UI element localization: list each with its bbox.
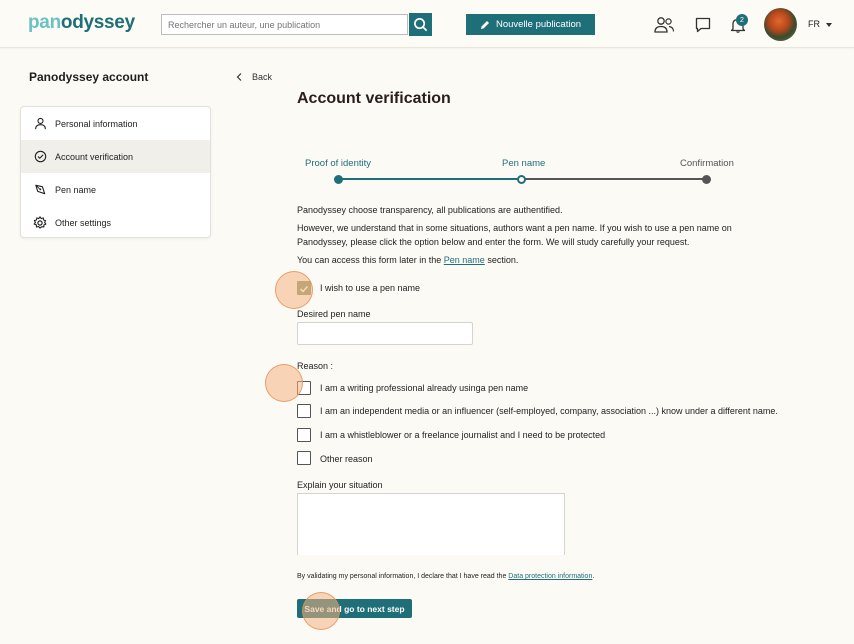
- sidebar-item-other-settings[interactable]: Other settings: [21, 206, 210, 237]
- desired-pen-name-label: Desired pen name: [297, 309, 371, 319]
- stepper-remaining-line: [522, 178, 707, 180]
- explain-situation-label: Explain your situation: [297, 480, 383, 490]
- reason-label-whistleblower: I am a whistleblower or a freelance jour…: [320, 430, 606, 440]
- language-label: FR: [808, 19, 820, 29]
- person-icon: [34, 117, 46, 130]
- avatar[interactable]: [764, 8, 797, 41]
- sidebar-item-pen-name[interactable]: Pen name: [21, 173, 210, 206]
- wish-pen-name-checkbox[interactable]: [297, 281, 311, 295]
- chevron-left-icon: [236, 73, 242, 81]
- check-circle-icon: [34, 150, 46, 163]
- reason-checkbox-whistleblower[interactable]: [297, 428, 311, 442]
- reason-checkbox-other[interactable]: [297, 451, 311, 465]
- language-selector[interactable]: FR: [808, 19, 832, 29]
- back-label: Back: [252, 72, 273, 82]
- step-dot-done: [334, 175, 343, 184]
- desired-pen-name-input[interactable]: [297, 322, 473, 345]
- access-prefix: You can access this form later in the: [297, 255, 442, 265]
- chat-bubble-icon: [695, 17, 711, 33]
- sidebar-item-label: Account verification: [55, 151, 134, 162]
- search-icon: [414, 18, 428, 32]
- wish-pen-name-label: I wish to use a pen name: [320, 283, 421, 293]
- reason-label: Reason :: [297, 361, 334, 371]
- step-dot-current: [517, 175, 526, 184]
- access-form-text: You can access this form later in the Pe…: [297, 253, 767, 267]
- step-label-confirmation: Confirmation: [680, 158, 734, 169]
- community-button[interactable]: [651, 13, 677, 37]
- sidebar-title: Panodyssey account: [29, 70, 149, 84]
- save-next-step-button[interactable]: Save and go to next step: [297, 599, 412, 618]
- logo-part-pan: pan: [28, 12, 61, 33]
- logo[interactable]: panodyssey: [28, 12, 135, 34]
- sidebar-menu: Personal information Account verificatio…: [20, 106, 211, 238]
- new-publication-label: Nouvelle publication: [495, 19, 582, 30]
- notification-badge: 2: [736, 14, 748, 26]
- gear-icon: [33, 215, 47, 229]
- sidebar-item-personal-information[interactable]: Personal information: [21, 107, 210, 140]
- declaration-prefix: By validating my personal information, I…: [297, 573, 507, 580]
- search-input[interactable]: [161, 14, 408, 35]
- search-button[interactable]: [409, 13, 432, 36]
- reason-checkbox-professional[interactable]: [297, 381, 311, 395]
- explain-situation-textarea[interactable]: [297, 493, 565, 555]
- reason-label-other: Other reason: [320, 454, 373, 464]
- intro-transparency-text: Panodyssey choose transparency, all publ…: [297, 205, 563, 215]
- data-protection-link[interactable]: Data protection information: [508, 573, 592, 580]
- sidebar-item-label: Pen name: [55, 184, 97, 195]
- sidebar-item-label: Personal information: [55, 118, 138, 129]
- chevron-down-icon: [825, 22, 832, 27]
- declaration-suffix: .: [592, 573, 595, 580]
- step-label-proof-of-identity: Proof of identity: [305, 158, 372, 169]
- pen-name-section-link[interactable]: Pen name: [444, 255, 485, 265]
- sidebar-item-label: Other settings: [55, 217, 112, 228]
- reason-checkbox-independent-media[interactable]: [297, 404, 311, 418]
- pen-nib-icon: [34, 184, 45, 195]
- reason-label-professional: I am a writing professional already usin…: [320, 383, 529, 393]
- logo-part-odyssey: odyssey: [60, 12, 135, 33]
- page-title: Account verification: [297, 90, 451, 107]
- sidebar-item-account-verification[interactable]: Account verification: [21, 140, 210, 173]
- access-suffix: section.: [487, 255, 519, 265]
- step-label-pen-name: Pen name: [502, 158, 546, 169]
- intro-pen-name-text: However, we understand that in some situ…: [297, 223, 732, 247]
- pencil-icon: [480, 20, 489, 29]
- back-link[interactable]: Back: [236, 72, 272, 82]
- step-dot-pending: [702, 175, 711, 184]
- data-protection-declaration: By validating my personal information, I…: [297, 571, 597, 583]
- stepper-progress-line: [339, 178, 522, 180]
- checkmark-icon: [299, 285, 309, 293]
- messages-button[interactable]: [690, 13, 716, 37]
- users-icon: [654, 17, 675, 33]
- new-publication-button[interactable]: Nouvelle publication: [466, 14, 595, 35]
- top-header: panodyssey Nouvelle publication 2 FR: [0, 0, 854, 48]
- reason-label-independent-media: I am an independent media or an influenc…: [320, 406, 778, 416]
